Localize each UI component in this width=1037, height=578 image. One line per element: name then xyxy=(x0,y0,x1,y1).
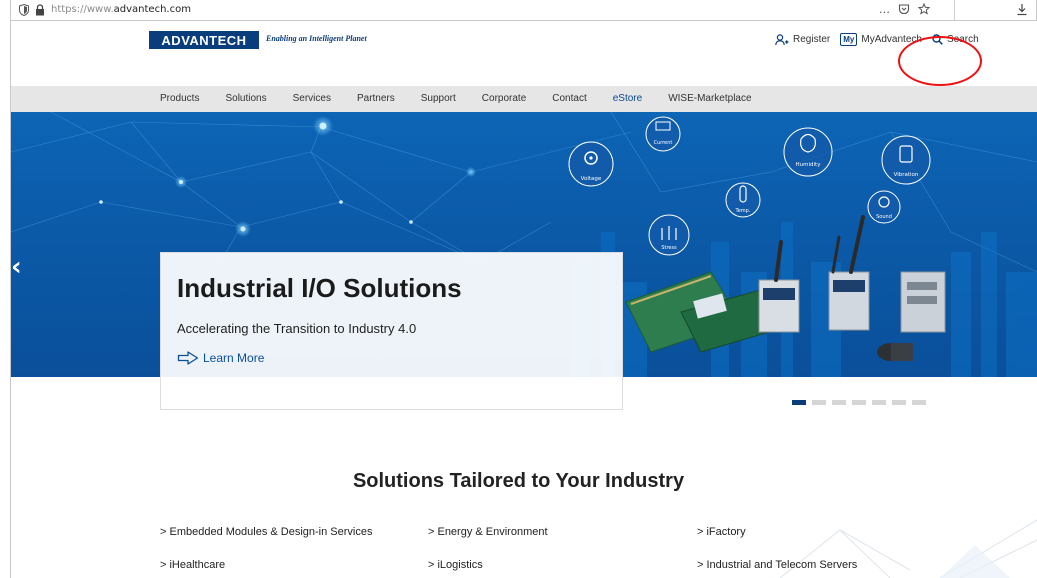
add-user-icon xyxy=(775,33,789,45)
star-icon[interactable] xyxy=(918,3,930,15)
more-actions-icon[interactable]: … xyxy=(879,3,890,16)
prev-slide-arrow[interactable]: ‹ xyxy=(11,252,22,282)
solution-link-embedded[interactable]: > Embedded Modules & Design-in Services xyxy=(160,526,372,538)
page: https://www.advantech.com … ADVANTECH En… xyxy=(0,0,1037,578)
sensor-label-current: Current xyxy=(654,140,673,146)
hero-title: Industrial I/O Solutions xyxy=(177,273,462,303)
slide-dot-5[interactable] xyxy=(872,400,886,405)
slide-dot-3[interactable] xyxy=(832,400,846,405)
url-domain: advantech.com xyxy=(113,4,191,15)
slide-dot-2[interactable] xyxy=(812,400,826,405)
slide-dot-6[interactable] xyxy=(892,400,906,405)
advantech-logo[interactable]: ADVANTECH xyxy=(149,31,259,49)
address-bar[interactable]: https://www.advantech.com xyxy=(51,4,191,15)
nav-item-solutions[interactable]: Solutions xyxy=(225,93,266,104)
solution-link-ifactory[interactable]: > iFactory xyxy=(697,526,746,538)
tracking-shield-icon[interactable] xyxy=(19,4,29,16)
slide-dot-7[interactable] xyxy=(912,400,926,405)
nav-item-products[interactable]: Products xyxy=(160,93,199,104)
download-icon[interactable] xyxy=(1016,3,1028,16)
register-link[interactable]: Register xyxy=(775,33,831,46)
sensor-label-sound: Sound xyxy=(876,214,892,220)
solution-link-ihealthcare[interactable]: > iHealthcare xyxy=(160,559,225,571)
pocket-icon[interactable] xyxy=(898,3,910,15)
register-label: Register xyxy=(793,34,831,45)
learn-more-link[interactable]: Learn More xyxy=(177,351,264,365)
sensor-label-stress: Stress xyxy=(661,245,677,251)
arrow-right-icon xyxy=(177,351,199,365)
nav-item-wise-marketplace[interactable]: WISE-Marketplace xyxy=(668,93,751,104)
solutions-heading: Solutions Tailored to Your Industry xyxy=(352,470,685,492)
tagline: Enabling an Intelligent Planet xyxy=(266,34,367,43)
sensor-label-temp: Temp. xyxy=(735,208,751,214)
sensor-label-voltage: Voltage xyxy=(581,176,602,182)
nav-item-corporate[interactable]: Corporate xyxy=(482,93,526,104)
sensor-label-humidity: Humidity xyxy=(796,162,822,168)
nav-item-support[interactable]: Support xyxy=(421,93,456,104)
slide-indicators xyxy=(792,400,926,405)
browser-toolbar: https://www.advantech.com … xyxy=(10,0,1037,21)
hero-subtitle: Accelerating the Transition to Industry … xyxy=(177,321,417,336)
url-prefix: https://www. xyxy=(51,4,114,15)
main-nav: Products Solutions Services Partners Sup… xyxy=(11,86,1037,112)
nav-item-partners[interactable]: Partners xyxy=(357,93,395,104)
slide-dot-4[interactable] xyxy=(852,400,866,405)
sensor-label-vibration: Vibration xyxy=(894,172,919,178)
solution-link-servers[interactable]: > Industrial and Telecom Servers xyxy=(697,559,857,571)
lock-icon[interactable] xyxy=(35,4,45,16)
myadvantech-badge: My xyxy=(840,33,858,46)
annotation-circle xyxy=(898,36,982,86)
hero-card: Industrial I/O Solutions Accelerating th… xyxy=(160,252,623,410)
solution-link-ilogistics[interactable]: > iLogistics xyxy=(428,559,483,571)
solution-link-energy[interactable]: > Energy & Environment xyxy=(428,526,548,538)
nav-item-estore[interactable]: eStore xyxy=(613,93,642,104)
nav-item-services[interactable]: Services xyxy=(293,93,331,104)
slide-dot-1[interactable] xyxy=(792,400,806,405)
nav-item-contact[interactable]: Contact xyxy=(552,93,586,104)
learn-more-label: Learn More xyxy=(203,351,265,365)
toolbar-separator xyxy=(954,0,955,20)
